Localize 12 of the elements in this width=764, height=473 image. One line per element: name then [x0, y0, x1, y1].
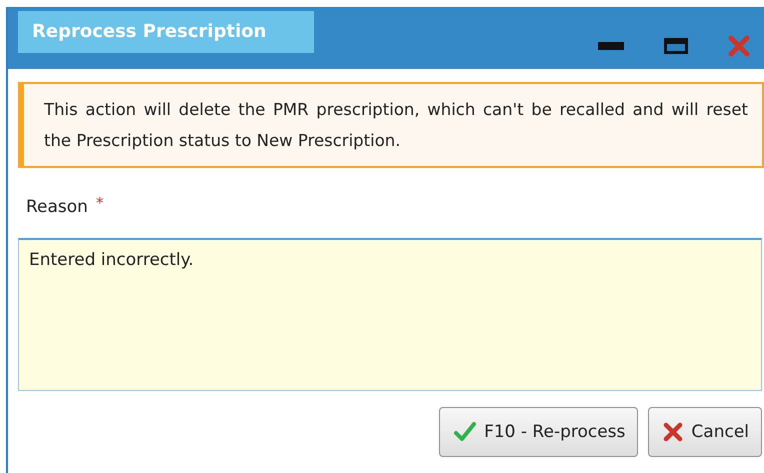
warning-notice: This action will delete the PMR prescription, which can't be recalled and will reset the Prescription status to New Prescription.: [18, 82, 764, 168]
required-mark: *: [96, 194, 104, 212]
cancel-button[interactable]: Cancel: [648, 407, 762, 457]
cross-icon: [663, 422, 684, 442]
maximize-icon[interactable]: [664, 38, 688, 54]
reason-label: Reason: [26, 197, 88, 217]
reason-field[interactable]: Entered incorrectly.: [18, 238, 762, 391]
reprocess-button[interactable]: F10 - Re-process: [439, 407, 638, 457]
minimize-icon[interactable]: [598, 42, 624, 50]
window-title: Reprocess Prescription: [18, 11, 314, 53]
checkmark-icon: [454, 422, 476, 442]
close-icon[interactable]: [728, 35, 750, 57]
